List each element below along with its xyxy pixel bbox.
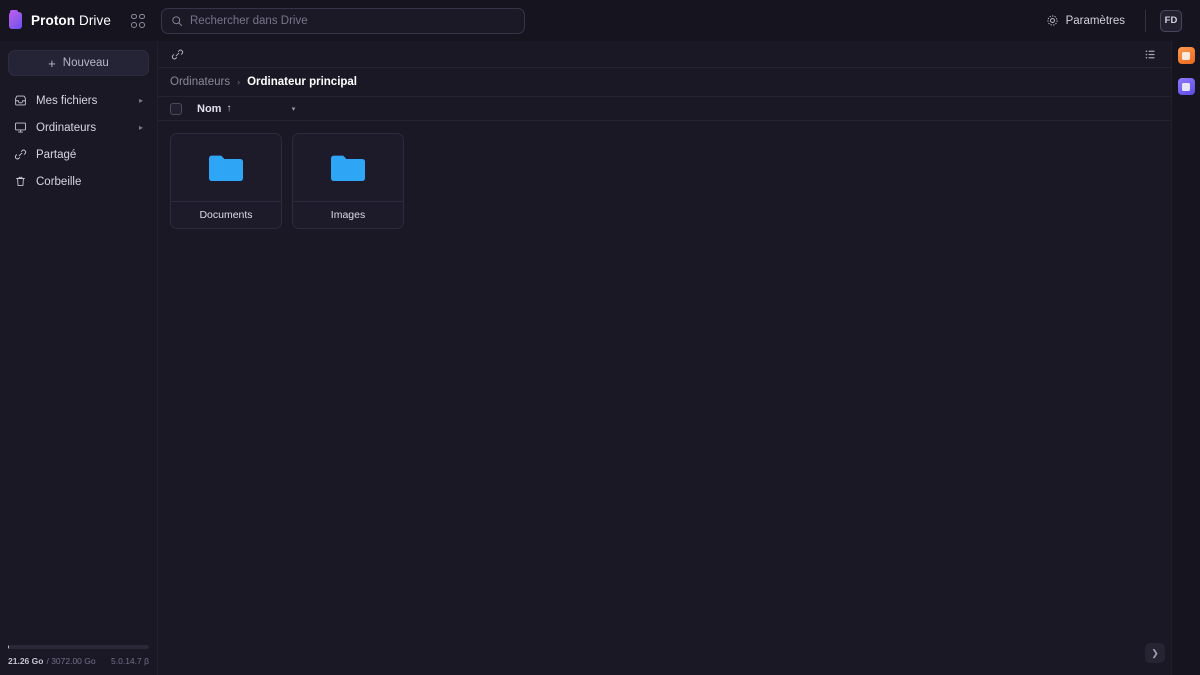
brand-name-thin: Drive (78, 13, 111, 28)
column-header-name: Nom (197, 102, 222, 115)
file-grid-item[interactable]: Images (292, 133, 404, 229)
sidebar-item-corbeille[interactable]: Corbeille (8, 169, 149, 194)
top-bar: Proton Drive Paramètres F (0, 0, 1200, 41)
share-link-button[interactable] (166, 43, 188, 65)
trash-icon (16, 176, 25, 187)
sidebar-nav: Mes fichiers ▸ Ordinateurs ▸ Partagé Cor… (8, 88, 149, 194)
chevron-right-icon[interactable]: ▸ (139, 96, 143, 105)
gear-icon (1047, 15, 1058, 26)
proton-calendar-icon[interactable] (1177, 47, 1195, 64)
folder-icon (331, 155, 365, 181)
breadcrumb-current: Ordinateur principal (247, 76, 358, 88)
content-toolbar (158, 41, 1171, 68)
list-view-icon (1145, 49, 1155, 59)
avatar[interactable]: FD (1160, 9, 1182, 32)
select-all-checkbox[interactable] (170, 102, 182, 115)
storage-progress-bar (8, 645, 149, 649)
breadcrumb: Ordinateurs › Ordinateur principal (158, 68, 1171, 96)
search-input[interactable] (190, 14, 515, 27)
storage-used: 21.26 Go (8, 656, 44, 666)
apps-grid-dot (139, 21, 145, 28)
sidebar-item-label: Partagé (36, 148, 77, 161)
breadcrumb-parent[interactable]: Ordinateurs (170, 76, 230, 88)
storage-total-value: 3072.00 Go (51, 656, 96, 666)
list-header: Nom ↑ ▾ (158, 96, 1171, 121)
link-icon (14, 149, 27, 160)
file-grid-item[interactable]: Documents (170, 133, 282, 229)
brand-logo-area[interactable]: Proton Drive (9, 9, 111, 29)
app-version: 5.0.14.7 β (111, 656, 149, 666)
search-icon (172, 15, 182, 26)
sidebar-item-mes-fichiers[interactable]: Mes fichiers ▸ (8, 88, 149, 113)
chevron-right-icon[interactable]: ▸ (139, 123, 143, 132)
storage-section: 21.26 Go / 3072.00 Go 5.0.14.7 β (8, 645, 149, 675)
file-name-label: Images (293, 201, 403, 228)
sidebar-item-label: Mes fichiers (36, 94, 98, 107)
inbox-icon (15, 95, 26, 106)
drive-glyph (1182, 82, 1190, 91)
file-thumbnail (171, 134, 281, 201)
new-button[interactable]: + Nouveau (8, 50, 149, 76)
calendar-glyph (1182, 51, 1190, 60)
app-rail (1171, 41, 1200, 675)
storage-info-row: 21.26 Go / 3072.00 Go 5.0.14.7 β (8, 656, 149, 666)
sort-ascending-icon: ↑ (226, 103, 232, 114)
storage-progress-fill (8, 645, 9, 649)
proton-drive-icon[interactable] (1177, 78, 1195, 95)
sidebar: + Nouveau Mes fichiers ▸ Ordinateurs ▸ P… (0, 41, 157, 675)
brand-name: Proton Drive (31, 13, 111, 28)
top-bar-right: Paramètres FD (1038, 9, 1190, 32)
apps-grid-dot (131, 21, 137, 28)
brand-name-bold: Proton (31, 13, 76, 28)
folder-icon (209, 155, 243, 181)
link-icon (171, 49, 183, 59)
breadcrumb-separator: › (237, 77, 241, 87)
settings-label: Paramètres (1065, 14, 1125, 27)
proton-drive-logo-icon (9, 9, 23, 29)
file-name-label: Documents (171, 201, 281, 228)
storage-separator: / (46, 656, 49, 666)
new-button-label: Nouveau (62, 57, 109, 69)
chevron-right-icon: ❯ (1151, 647, 1159, 658)
plus-icon: + (48, 55, 56, 71)
list-view-button[interactable] (1139, 43, 1161, 65)
apps-grid-dot (139, 13, 145, 20)
monitor-icon (15, 122, 26, 133)
sidebar-item-label: Ordinateurs (36, 121, 97, 134)
sort-options-caret-icon[interactable]: ▾ (286, 102, 300, 116)
sidebar-item-ordinateurs[interactable]: Ordinateurs ▸ (8, 115, 149, 140)
file-thumbnail (293, 134, 403, 201)
sidebar-item-label: Corbeille (36, 175, 82, 188)
storage-total: / 3072.00 Go (46, 656, 95, 666)
top-bar-divider (1145, 9, 1146, 32)
file-grid: Documents Images (158, 121, 1171, 675)
search-bar[interactable] (161, 7, 525, 34)
sidebar-item-partage[interactable]: Partagé (8, 142, 149, 167)
apps-grid-dot (131, 13, 137, 20)
main-content: Ordinateurs › Ordinateur principal Nom ↑… (157, 41, 1171, 675)
toolbar-right (1139, 43, 1161, 65)
main-body: + Nouveau Mes fichiers ▸ Ordinateurs ▸ P… (0, 41, 1200, 675)
expand-panel-button[interactable]: ❯ (1145, 643, 1165, 663)
settings-button[interactable]: Paramètres (1038, 9, 1133, 32)
sort-by-name-button[interactable]: Nom ↑ (197, 103, 231, 115)
apps-grid-icon[interactable] (127, 10, 149, 32)
proton-drive-window: Proton Drive Paramètres F (0, 0, 1200, 675)
